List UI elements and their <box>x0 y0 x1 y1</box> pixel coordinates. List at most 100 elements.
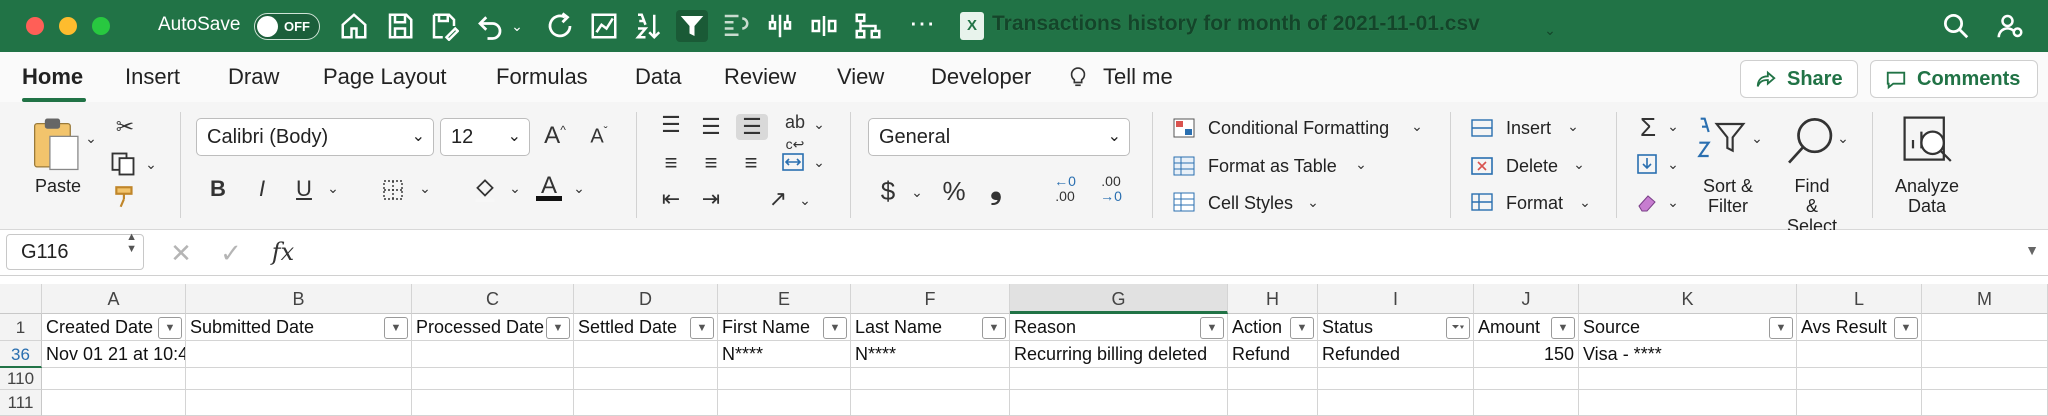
empty-cell[interactable] <box>1010 368 1228 390</box>
filter-dropdown-icon[interactable]: ▼ <box>1290 317 1314 339</box>
underline-button[interactable]: U <box>292 176 316 202</box>
font-color-icon[interactable]: A <box>534 172 564 201</box>
fill-color-icon[interactable] <box>470 174 500 210</box>
autosum-icon[interactable]: Σ <box>1634 112 1662 143</box>
borders-icon[interactable] <box>378 178 408 208</box>
filter-dropdown-icon[interactable]: ▼ <box>384 317 408 339</box>
undo-dropdown-chevron-icon[interactable]: ⌄ <box>508 10 526 42</box>
search-icon[interactable] <box>1940 10 1972 42</box>
filter-dropdown-icon[interactable]: ▼ <box>1551 317 1575 339</box>
chevron-down-icon[interactable]: ⌄ <box>1578 194 1592 211</box>
find-select-label[interactable]: Find & Select <box>1786 176 1838 236</box>
font-color-dropdown-chevron-icon[interactable]: ⌄ <box>572 180 586 197</box>
data-cell[interactable]: N**** <box>718 341 851 368</box>
column-header-k[interactable]: K <box>1579 284 1797 314</box>
empty-cell[interactable] <box>1228 368 1318 390</box>
chart-icon[interactable] <box>588 10 620 42</box>
conditional-formatting-icon[interactable] <box>1170 116 1198 146</box>
delete-cells-label[interactable]: Delete <box>1506 156 1558 177</box>
empty-cell[interactable] <box>1474 368 1579 390</box>
column-header-g[interactable]: G <box>1010 284 1228 314</box>
insert-cells-label[interactable]: Insert <box>1506 118 1551 139</box>
chevron-down-icon[interactable]: ⌄ <box>1410 118 1424 135</box>
data-cell[interactable]: 150 <box>1474 341 1579 368</box>
name-box[interactable]: G116 ▲ ▼ <box>6 231 144 270</box>
tab-developer[interactable]: Developer <box>931 64 1031 90</box>
magnifier-icon[interactable] <box>1784 114 1840 168</box>
close-window-button[interactable] <box>26 17 44 35</box>
row-header-1[interactable]: 1 <box>0 314 42 341</box>
insert-function-button[interactable]: fx <box>266 238 300 266</box>
comma-style-button[interactable]: ❟ <box>984 172 1008 206</box>
format-as-table-label[interactable]: Format as Table <box>1208 156 1337 177</box>
align-center-icon[interactable]: ≡ <box>696 150 726 176</box>
comments-button[interactable]: Comments <box>1870 60 2038 98</box>
wrap-text-icon[interactable]: ab c↩ <box>780 112 810 154</box>
header-cell[interactable]: Action ▼ <box>1228 314 1318 341</box>
tab-draw[interactable]: Draw <box>228 64 279 90</box>
more-options-icon[interactable]: ⋯ <box>906 10 938 42</box>
empty-cell[interactable] <box>1579 368 1797 390</box>
home-icon[interactable] <box>338 10 370 42</box>
header-cell[interactable]: Submitted Date ▼ <box>186 314 412 341</box>
header-cell[interactable]: Source ▼ <box>1579 314 1797 341</box>
font-size-combo[interactable]: 12 ⌄ <box>440 118 530 156</box>
row-header-110[interactable]: 110 <box>0 368 42 390</box>
filter-icon[interactable] <box>676 10 708 42</box>
data-cell[interactable]: Visa - **** <box>1579 341 1797 368</box>
paste-icon[interactable] <box>28 116 82 172</box>
cancel-edit-icon[interactable]: ✕ <box>166 238 196 269</box>
clear-dropdown-chevron-icon[interactable]: ⌄ <box>1666 194 1680 211</box>
text-orientation-icon[interactable]: ↗ <box>762 186 794 212</box>
tab-insert[interactable]: Insert <box>125 64 180 90</box>
decrease-decimal-icon[interactable]: .00 →0 <box>1094 174 1128 204</box>
empty-cell[interactable] <box>412 368 574 390</box>
analyze-data-label[interactable]: Analyze Data <box>1890 176 1964 216</box>
bold-button[interactable]: B <box>206 176 230 202</box>
data-cell[interactable] <box>412 341 574 368</box>
tab-data[interactable]: Data <box>635 64 681 90</box>
borders-dropdown-chevron-icon[interactable]: ⌄ <box>418 180 432 197</box>
filter-dropdown-icon[interactable]: ▼ <box>546 317 570 339</box>
delete-cells-icon[interactable] <box>1468 154 1496 184</box>
empty-cell[interactable] <box>1010 390 1228 416</box>
data-cell[interactable]: Nov 01 21 at 10:48 AM <box>42 341 186 368</box>
title-dropdown-chevron-icon[interactable]: ⌄ <box>1534 14 1566 46</box>
empty-cell[interactable] <box>42 390 186 416</box>
empty-cell[interactable] <box>186 368 412 390</box>
cut-icon[interactable]: ✂ <box>110 114 140 140</box>
column-header-f[interactable]: F <box>851 284 1010 314</box>
format-painter-icon[interactable] <box>110 184 140 216</box>
data-cell[interactable]: Recurring billing deleted <box>1010 341 1228 368</box>
filter-dropdown-icon[interactable]: ▼ <box>158 317 182 339</box>
data-cell[interactable] <box>574 341 718 368</box>
cell-styles-icon[interactable] <box>1170 190 1198 220</box>
worksheet-grid[interactable]: A B C D E F G H I J K L M 1 36 110 111 Created Date ▼ Submi… <box>0 284 2048 416</box>
tab-review[interactable]: Review <box>724 64 796 90</box>
fill-color-dropdown-chevron-icon[interactable]: ⌄ <box>508 180 522 197</box>
empty-cell[interactable] <box>1228 390 1318 416</box>
active-filter-dropdown-icon[interactable]: ⏷▾ <box>1446 317 1470 339</box>
header-cell[interactable]: Processed Date ▼ <box>412 314 574 341</box>
chevron-down-icon[interactable]: ⌄ <box>1572 156 1586 173</box>
header-cell[interactable]: Status ⏷▾ <box>1318 314 1474 341</box>
confirm-edit-icon[interactable]: ✓ <box>216 238 246 269</box>
column-header-b[interactable]: B <box>186 284 412 314</box>
column-header-m[interactable]: M <box>1922 284 2048 314</box>
analyze-data-icon[interactable] <box>1896 112 1958 168</box>
empty-cell[interactable] <box>718 390 851 416</box>
tab-view[interactable]: View <box>837 64 884 90</box>
format-as-table-icon[interactable] <box>1170 154 1198 184</box>
empty-cell[interactable] <box>1474 390 1579 416</box>
empty-cell[interactable] <box>851 368 1010 390</box>
paste-dropdown-chevron-icon[interactable]: ⌄ <box>84 130 98 147</box>
sort-filter-dropdown-chevron-icon[interactable]: ⌄ <box>1750 130 1764 147</box>
account-icon[interactable] <box>1994 10 2026 42</box>
clear-filter-icon[interactable] <box>720 10 752 42</box>
tab-formulas[interactable]: Formulas <box>496 64 588 90</box>
header-cell[interactable]: Created Date ▼ <box>42 314 186 341</box>
data-cell[interactable]: N**** <box>851 341 1010 368</box>
data-cell[interactable]: Refunded <box>1318 341 1474 368</box>
zoom-window-button[interactable] <box>92 17 110 35</box>
decrease-indent-icon[interactable]: ⇤ <box>656 186 686 212</box>
